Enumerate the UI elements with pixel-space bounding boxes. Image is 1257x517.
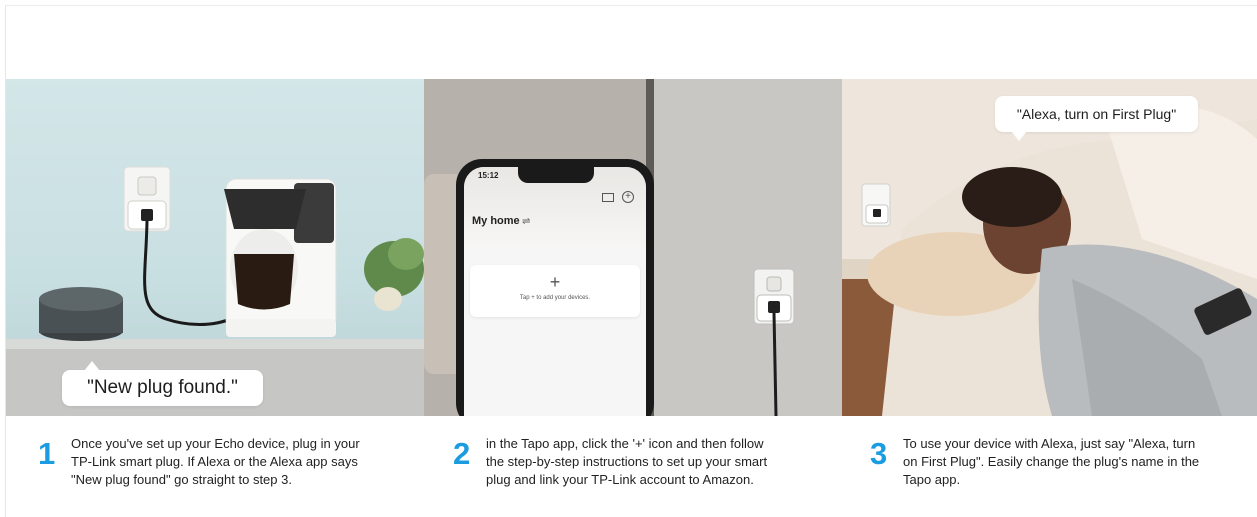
- step-line: on First Plug". Easily change the plug's…: [903, 454, 1200, 469]
- home-title[interactable]: My home: [472, 215, 520, 227]
- step-line: plug and link your TP-Link account to Am…: [486, 472, 754, 487]
- setup-steps: 1 Once you've set up your Echo device, p…: [0, 432, 1257, 502]
- step-line: in the Tapo app, click the '+' icon and …: [486, 436, 764, 451]
- phone-mockup: 15:12 + My home ⇌ + Tap + to add your de…: [456, 159, 654, 416]
- step-description: Once you've set up your Echo device, plu…: [71, 435, 360, 489]
- step-line: Tapo app.: [903, 472, 961, 487]
- step-line: Once you've set up your Echo device, plu…: [71, 436, 360, 451]
- new-plug-found-bubble: "New plug found.": [62, 361, 263, 406]
- switch-home-icon[interactable]: ⇌: [522, 216, 530, 227]
- setup-illustrations: "New plug found." 15:12 + My home ⇌ + Ta…: [6, 79, 1257, 416]
- echo-scene-illustration: [6, 166, 424, 416]
- add-device-hint: Tap + to add your devices.: [519, 295, 591, 301]
- step-line: "New plug found" go straight to step 3.: [71, 472, 292, 487]
- step-number: 3: [870, 436, 888, 471]
- step-number: 2: [453, 436, 471, 471]
- step-line: the step-by-step instructions to set up …: [486, 454, 768, 469]
- alexa-command-bubble: "Alexa, turn on First Plug": [995, 96, 1198, 141]
- step-number: 1: [38, 436, 56, 471]
- step-description: in the Tapo app, click the '+' icon and …: [486, 435, 767, 489]
- phone-time: 15:12: [478, 171, 499, 180]
- phone-screen: 15:12 + My home ⇌ + Tap + to add your de…: [464, 167, 646, 416]
- add-plus-icon: +: [549, 272, 561, 292]
- step-description: To use your device with Alexa, just say …: [903, 435, 1199, 489]
- alexa-command-text: "Alexa, turn on First Plug": [1016, 106, 1177, 122]
- mail-icon[interactable]: [602, 193, 614, 202]
- add-device-icon[interactable]: +: [622, 191, 634, 203]
- step-line: To use your device with Alexa, just say …: [903, 436, 1196, 451]
- step-2: 2 in the Tapo app, click the '+' icon an…: [453, 432, 833, 502]
- new-plug-found-text: "New plug found.": [87, 377, 238, 398]
- panel-echo-coffee-maker: "New plug found.": [6, 79, 424, 416]
- step-1: 1 Once you've set up your Echo device, p…: [38, 432, 418, 502]
- step-3: 3 To use your device with Alexa, just sa…: [870, 432, 1250, 502]
- panel-tapo-app: 15:12 + My home ⇌ + Tap + to add your de…: [424, 79, 842, 416]
- add-device-card[interactable]: + Tap + to add your devices.: [470, 265, 640, 317]
- panel-alexa-voice: "Alexa, turn on First Plug": [842, 79, 1257, 416]
- step-line: TP-Link smart plug. If Alexa or the Alex…: [71, 454, 358, 469]
